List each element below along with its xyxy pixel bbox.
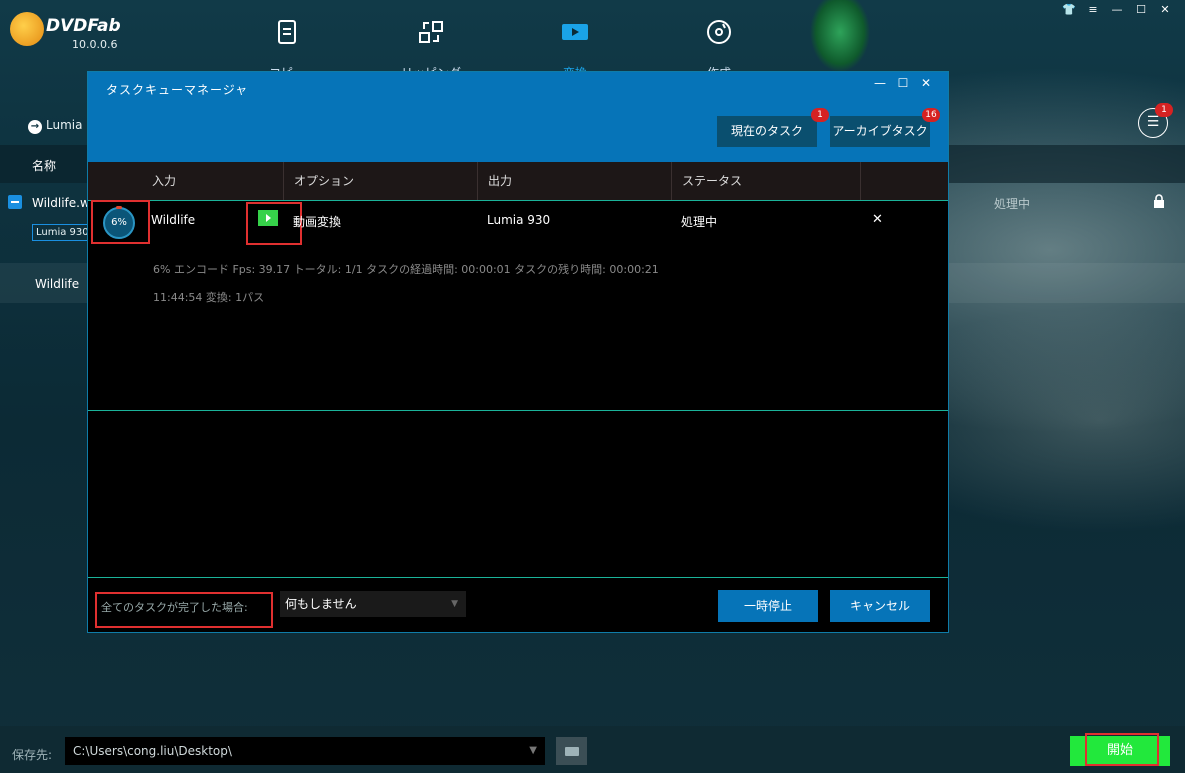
ripper-icon [419,21,443,43]
highlight-progress [91,200,150,244]
output-path-field[interactable]: C:\Users\cong.liu\Desktop\ ▼ [65,737,545,765]
close-icon[interactable]: ✕ [1156,3,1174,16]
modal-maximize-icon[interactable]: ☐ [895,76,911,90]
current-tasks-button[interactable]: 現在のタスク 1 [717,108,829,147]
archived-tasks-label: アーカイブタスク [832,124,928,138]
col-status: ステータス [672,162,861,200]
col-actions [861,162,948,200]
highlight-on-complete [95,592,273,628]
col-output: 出力 [478,162,672,200]
remove-task-icon[interactable]: ✕ [872,212,883,227]
current-tasks-badge: 1 [811,108,829,122]
archived-tasks-button[interactable]: アーカイブタスク 16 [830,108,940,147]
modal-minimize-icon[interactable]: — [872,76,888,90]
collapse-toggle[interactable] [8,195,22,209]
creator-icon [707,20,731,44]
maximize-icon[interactable]: ☐ [1132,3,1150,16]
nav-ripper[interactable]: リッピング [386,18,476,80]
current-tasks-label: 現在のタスク [730,124,803,138]
queue-badge: 1 [1155,103,1173,117]
modal-footer: 全てのタスクが完了した場合: 何もしません ▼ 一時停止 キャンセル [88,577,948,633]
col-option: オプション [284,162,478,200]
modal-close-icon[interactable]: ✕ [918,76,934,90]
app-logo: DVDFab 10.0.0.6 [10,12,150,52]
folder-icon[interactable] [556,737,587,765]
save-to-label: 保存先: [12,748,53,762]
app-version: 10.0.0.6 [72,38,118,51]
title-name: Wildlife [35,277,80,291]
task-row[interactable]: 6% Wildlife 動画変換 Lumia 930 処理中 ✕ 6% エンコー… [88,200,948,411]
chevron-down-icon[interactable]: ▼ [529,737,537,765]
nav-converter[interactable]: 変換 [530,18,620,80]
brand-name: DVDFab [46,16,121,36]
profile-tag[interactable]: Lumia 930 [32,224,93,241]
task-input: Wildlife [151,213,196,227]
back-arrow-icon[interactable]: → [28,120,42,134]
minimize-icon[interactable]: — [1108,3,1126,16]
cancel-button[interactable]: キャンセル [830,590,930,622]
on-complete-value: 何もしません [285,597,357,611]
task-status: 処理中 [681,215,718,229]
task-output: Lumia 930 [487,213,551,227]
converter-icon [562,24,588,40]
file-status: 処理中 [994,197,1031,211]
copy-icon [278,20,296,44]
pause-button[interactable]: 一時停止 [718,590,818,622]
nav-copy[interactable]: コピー [242,18,332,80]
queue-menu-button[interactable]: ☰ 1 [1138,103,1173,138]
task-queue-manager: タスクキューマネージャ — ☐ ✕ 現在のタスク 1 アーカイブタスク 16 入… [87,71,949,633]
nav-creator[interactable]: 作成 [674,18,764,80]
task-progress-detail: 6% エンコード Fps: 39.17 トータル: 1/1 タスクの経過時間: … [153,263,659,276]
shirt-icon[interactable]: 👕 [1060,3,1078,16]
leaf-decoration [805,0,875,80]
chevron-down-icon[interactable]: ▼ [451,591,458,617]
menu-icon[interactable]: ≡ [1084,3,1102,16]
col-input: 入力 [88,162,284,200]
modal-header: タスクキューマネージャ — ☐ ✕ 現在のタスク 1 アーカイブタスク 16 [88,72,948,162]
lock-icon[interactable] [1153,194,1165,208]
task-table-header: 入力 オプション 出力 ステータス [88,162,948,200]
mascot-icon [10,12,44,46]
archived-tasks-badge: 16 [922,108,940,122]
output-path-value: C:\Users\cong.liu\Desktop\ [73,744,232,758]
on-complete-select[interactable]: 何もしません ▼ [280,591,466,617]
modal-title: タスクキューマネージャ [106,83,249,97]
highlight-start [1085,733,1159,766]
task-time-detail: 11:44:54 変換: 1パス [153,291,265,304]
footer-bar: 保存先: C:\Users\cong.liu\Desktop\ ▼ [0,726,1185,773]
task-option: 動画変換 [293,215,342,229]
column-name: 名称 [32,159,57,173]
list-icon: ☰ [1146,114,1160,130]
